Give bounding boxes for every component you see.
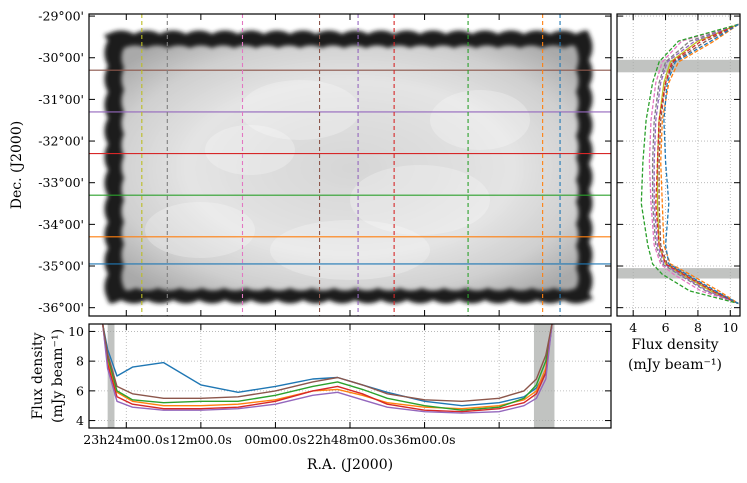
ra-profile-x-tick-label-2: 00m00.0s xyxy=(244,432,306,447)
dec-profile-x-tick-label-2: 8 xyxy=(694,320,702,335)
ra-profile-y-tick-label-1: 6 xyxy=(76,383,84,398)
ra-profile-y-axis-label-line2: (mJy beam⁻¹) xyxy=(50,329,66,423)
map-y-tick-label-2: -31°00' xyxy=(38,92,84,107)
dec-profile-x-tick-labels: 4 6 8 10 xyxy=(629,320,738,335)
dec-profile-shaded-region-0 xyxy=(617,59,740,73)
map-y-axis-label: Dec. (J2000) xyxy=(9,121,25,209)
map-panel: -29°00' -30°00' -31°00' -32°00' -33°00' -34°0… xyxy=(9,9,612,317)
ra-profile-x-axis-label: R.A. (J2000) xyxy=(307,457,393,473)
ra-profile-x-tick-label-0: 23h24m00.0s xyxy=(83,432,169,447)
ra-profile-y-axis-label-line1: Flux density xyxy=(30,332,46,419)
dec-profile-x-tick-label-3: 10 xyxy=(722,320,738,335)
map-y-tick-label-4: -33°00' xyxy=(38,175,84,190)
ra-profile-x-tick-label-4: 36m00.0s xyxy=(394,432,456,447)
map-y-tick-label-1: -30°00' xyxy=(38,50,84,65)
map-y-tick-label-0: -29°00' xyxy=(38,9,84,24)
dec-profile-x-tick-label-0: 4 xyxy=(629,320,637,335)
dec-profile-panel: 4 6 8 10 Flux density (mJy beam⁻¹) xyxy=(616,13,741,373)
ra-profile-panel: 23h24m00.0s 12m00.0s 00m00.0s 22h48m00.0s 36… xyxy=(30,323,612,473)
ra-profile-y-tick-label-3: 10 xyxy=(68,324,84,339)
ra-profile-y-tick-labels: 4 6 8 10 xyxy=(68,324,84,428)
map-y-tick-label-7: -36°00' xyxy=(38,300,84,315)
dec-profile-x-tick-label-1: 6 xyxy=(662,320,670,335)
ra-profile-y-tick-label-2: 8 xyxy=(76,354,84,369)
map-y-tick-label-5: -34°00' xyxy=(38,217,84,232)
map-y-tick-labels: -29°00' -30°00' -31°00' -32°00' -33°00' -34°0… xyxy=(38,9,84,316)
dec-profile-x-axis-label-line2: (mJy beam⁻¹) xyxy=(628,357,722,373)
dec-profile-x-axis-label-line1: Flux density xyxy=(631,337,718,353)
map-texture-patch-2 xyxy=(145,202,255,258)
ra-profile-x-tick-label-3: 22h48m00.0s xyxy=(307,432,393,447)
map-y-tick-label-3: -32°00' xyxy=(38,134,84,149)
ra-profile-x-tick-label-1: 12m00.0s xyxy=(170,432,232,447)
map-texture-patch-5 xyxy=(205,125,295,175)
map-texture-patch-4 xyxy=(430,90,530,150)
map-y-tick-label-6: -35°00' xyxy=(38,259,84,274)
ra-profile-y-tick-label-0: 4 xyxy=(76,413,84,428)
ra-profile-x-tick-labels: 23h24m00.0s 12m00.0s 00m00.0s 22h48m00.0s 36… xyxy=(83,432,455,447)
map-texture-patch-3 xyxy=(270,220,430,280)
figure: -29°00' -30°00' -31°00' -32°00' -33°00' -34°0… xyxy=(9,9,741,473)
